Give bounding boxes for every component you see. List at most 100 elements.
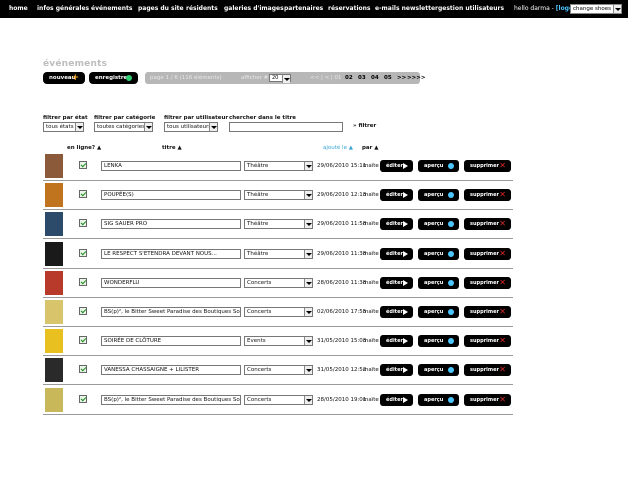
nav-infos-generales[interactable]: infos générales [37,5,89,12]
online-checkbox[interactable] [79,277,87,286]
category-select[interactable]: Concerts [244,277,313,288]
column-added[interactable]: ajouté le ▲ [323,145,353,151]
event-thumbnail [45,183,63,208]
nav-pages-du-site[interactable]: pages du site [138,5,184,12]
title-input[interactable]: SOIRÉE DE CLÔTURE [101,336,241,347]
prev-links[interactable]: << | < | 01 [310,75,342,81]
category-select[interactable]: Théâtre [244,190,313,201]
delete-button[interactable]: supprimer ✕ [464,335,511,348]
added-date: 29/06/2010 12:13 [317,192,367,199]
preview-button-label: aperçu [424,338,444,345]
category-select[interactable]: Théâtre [244,248,313,259]
edit-button[interactable]: éditer [380,393,413,406]
category-select[interactable]: Théâtre [244,161,313,171]
play-icon [403,163,408,169]
next-page-link[interactable]: >> [397,75,406,81]
nav-gestion-utilisateurs[interactable]: gestion utilisateurs [438,5,504,12]
delete-button[interactable]: supprimer ✕ [464,276,511,289]
delete-button[interactable]: supprimer ✕ [464,364,511,377]
column-by[interactable]: par ▲ [362,145,379,151]
category-select[interactable]: Events [244,336,313,347]
title-input[interactable]: WONDERFLU [101,277,241,288]
delete-button[interactable]: supprimer ✕ [464,393,511,406]
nav-emails-newsletter[interactable]: e-mails newsletter [375,5,438,12]
added-by-user: maïte [363,221,379,228]
nav-residents[interactable]: résidents [186,5,218,12]
column-online[interactable]: en ligne? ▲ [67,145,101,151]
edit-button[interactable]: éditer [380,364,413,377]
preview-button[interactable]: aperçu [418,306,459,318]
edit-button[interactable]: éditer [380,335,413,348]
delete-button-label: supprimer [470,163,499,169]
search-title-input[interactable] [229,122,343,132]
column-title[interactable]: titre ▲ [162,145,182,151]
online-checkbox[interactable] [79,161,87,169]
preview-button[interactable]: aperçu [418,364,459,377]
plus-icon: + [71,73,79,83]
delete-button[interactable]: supprimer ✕ [464,218,511,231]
preview-button[interactable]: aperçu [418,189,459,202]
save-button[interactable]: enregistrer [89,72,138,84]
edit-button[interactable]: éditer [380,306,413,318]
preview-button-label: aperçu [424,250,444,257]
filter-category-select[interactable]: toutes catégories [94,122,153,132]
preview-button[interactable]: aperçu [418,335,459,348]
category-select[interactable]: Concerts [244,394,313,405]
nav-galeries-images[interactable]: galeries d'images [224,5,284,12]
edit-button[interactable]: éditer [380,276,413,289]
title-input[interactable]: VANESSA CHASSAIGNE + LILISTER [101,365,241,376]
change-shoes-select[interactable]: change shoes [570,4,622,14]
online-checkbox[interactable] [79,219,87,228]
edit-button[interactable]: éditer [380,160,413,172]
added-date: 29/06/2010 11:38 [317,250,367,257]
online-checkbox[interactable] [79,394,87,403]
title-input[interactable]: BS(p)², le Bitter Sweet Paradise des Bou… [101,307,241,317]
nav-evenements[interactable]: événements [91,5,132,12]
category-value: Théâtre [247,250,269,257]
edit-button[interactable]: éditer [380,247,413,260]
new-button[interactable]: nouveau + [43,72,85,84]
event-thumbnail [45,358,63,383]
delete-button[interactable]: supprimer ✕ [464,306,511,318]
close-icon: ✕ [499,307,506,316]
table-row: WONDERFLU Concerts 28/06/2010 11:38 maït… [43,269,513,298]
page-link-02[interactable]: 02 [345,75,353,81]
online-checkbox[interactable] [79,336,87,345]
category-select[interactable]: Concerts [244,307,313,317]
category-value: Théâtre [247,192,269,199]
page-link-05[interactable]: 05 [384,75,392,81]
online-checkbox[interactable] [79,307,87,315]
filter-button[interactable]: » filtrer [353,123,376,129]
online-checkbox[interactable] [79,365,87,374]
filter-user-select[interactable]: tous utilisateurs [164,122,218,132]
edit-button[interactable]: éditer [380,189,413,202]
nav-home[interactable]: home [9,5,28,12]
per-page-select[interactable]: 20 [269,74,291,83]
preview-button[interactable]: aperçu [418,393,459,406]
online-checkbox[interactable] [79,248,87,257]
delete-button[interactable]: supprimer ✕ [464,247,511,260]
title-input[interactable]: LE RESPECT S'ETENDRA DEVANT NOUS... [101,248,241,259]
category-select[interactable]: Concerts [244,365,313,376]
preview-button[interactable]: aperçu [418,218,459,231]
preview-button[interactable]: aperçu [418,276,459,289]
page-link-04[interactable]: 04 [371,75,379,81]
title-input[interactable]: POUPÉE(S) [101,190,241,201]
nav-reservations[interactable]: réservations [328,5,370,12]
title-input[interactable]: SIG SAUER PRO [101,219,241,230]
preview-button[interactable]: aperçu [418,160,459,172]
category-value: Concerts [247,309,272,315]
delete-button[interactable]: supprimer ✕ [464,189,511,202]
title-input[interactable]: LENKA [101,161,241,171]
page-link-03[interactable]: 03 [358,75,366,81]
online-checkbox[interactable] [79,190,87,199]
category-select[interactable]: Théâtre [244,219,313,230]
nav-partenaires[interactable]: partenaires [284,5,323,12]
last-page-link[interactable]: >>>> [407,75,425,81]
preview-button[interactable]: aperçu [418,247,459,260]
edit-button[interactable]: éditer [380,218,413,231]
event-thumbnail [45,300,63,324]
delete-button[interactable]: supprimer ✕ [464,160,511,172]
title-input[interactable]: BS(p)², le Bitter Sweet Paradise des Bou… [101,394,241,405]
filter-state-select[interactable]: tous états [43,122,84,132]
